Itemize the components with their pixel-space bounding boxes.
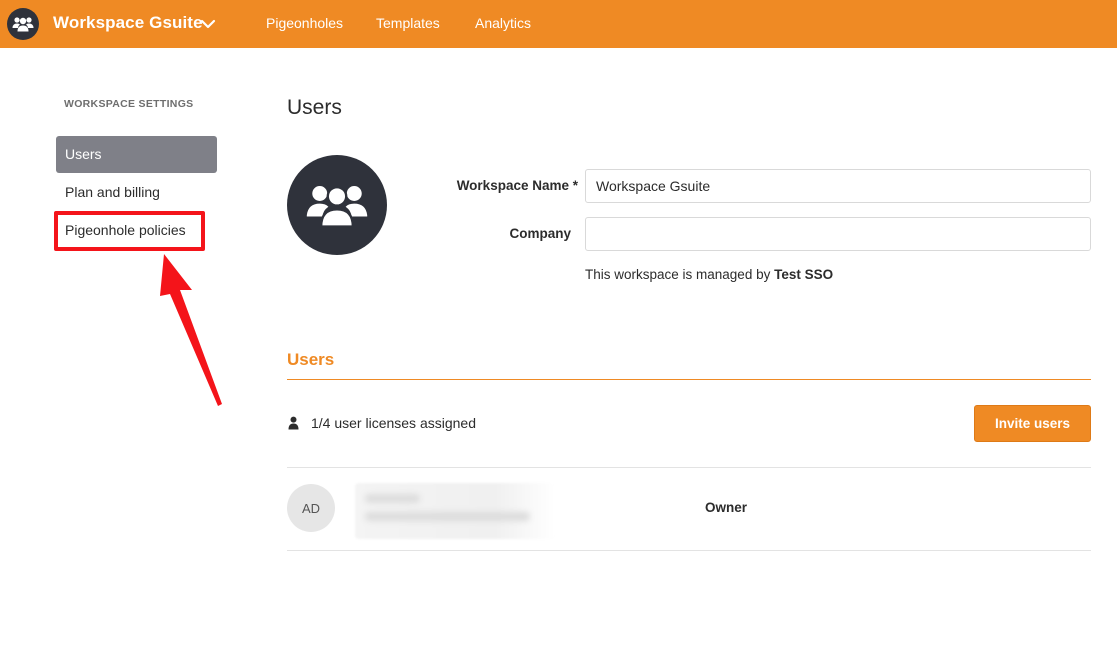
group-icon [12,17,34,32]
sidebar-heading: WORKSPACE SETTINGS [64,98,194,110]
license-count-text: 1/4 user licenses assigned [311,415,476,431]
nav-templates[interactable]: Templates [376,15,440,31]
section-divider [287,379,1091,380]
workspace-name-label: Workspace Name * [456,178,578,193]
workspace-logo[interactable] [7,8,39,40]
annotation-arrow [160,254,222,406]
managed-by-text: This workspace is managed by Test SSO [585,267,833,282]
page-title: Users [287,96,342,119]
nav-analytics[interactable]: Analytics [475,15,531,31]
person-icon [288,416,299,430]
group-icon [306,186,368,228]
license-summary: 1/4 user licenses assigned [287,415,476,431]
chevron-down-icon[interactable] [199,15,217,33]
sidebar-item-plan-and-billing[interactable]: Plan and billing [56,174,217,211]
top-bar: Workspace Gsuite Pigeonholes Templates A… [0,0,1117,48]
avatar: AD [287,484,335,532]
managed-by-prefix: This workspace is managed by [585,267,775,282]
company-input[interactable] [585,217,1091,251]
row-divider [287,550,1091,551]
highlight-box [54,211,205,251]
users-section-title: Users [287,350,335,369]
row-divider [287,467,1091,468]
workspace-switcher-name[interactable]: Workspace Gsuite [53,13,203,33]
managed-by-provider: Test SSO [774,267,834,282]
invite-users-button[interactable]: Invite users [974,405,1091,442]
nav-pigeonholes[interactable]: Pigeonholes [266,15,343,31]
sidebar-item-users[interactable]: Users [56,136,217,173]
workspace-name-input[interactable] [585,169,1091,203]
redacted-user-details [355,483,555,539]
company-label: Company [509,226,571,241]
user-role: Owner [705,500,748,515]
